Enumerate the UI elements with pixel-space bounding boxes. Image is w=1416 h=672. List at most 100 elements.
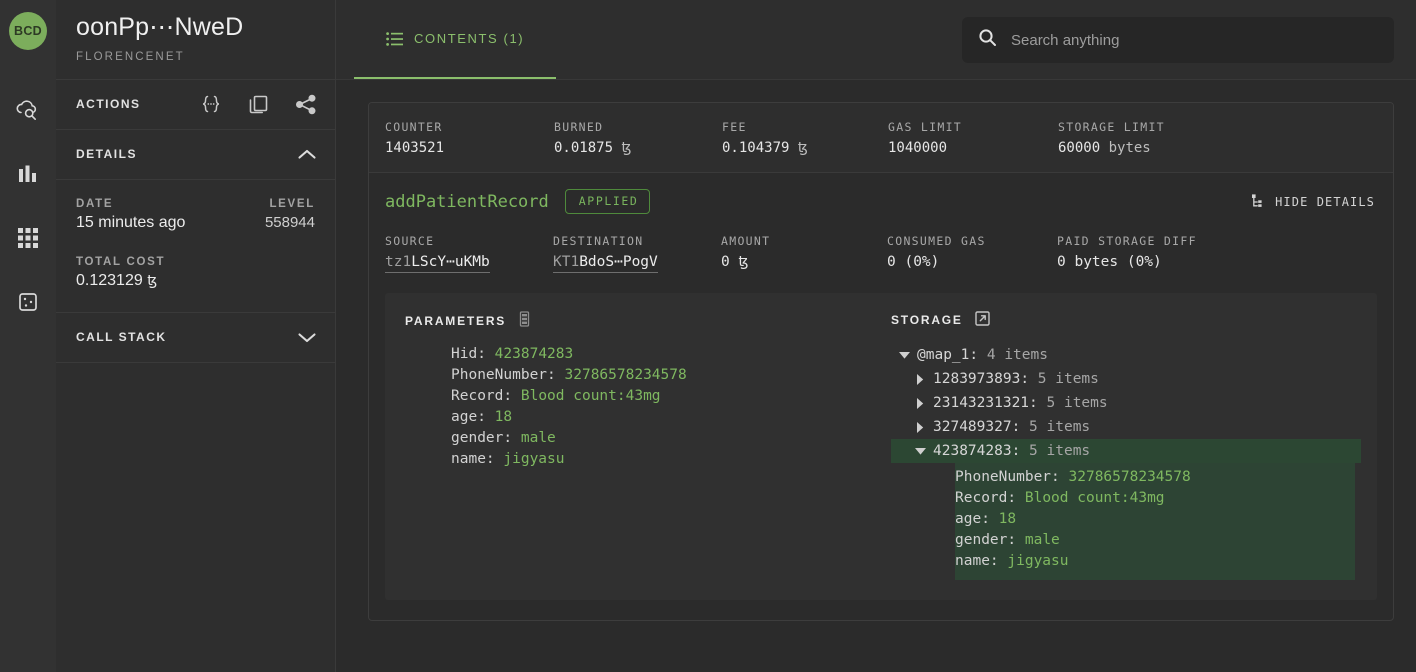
storage-entry-key: Record [955, 490, 1008, 506]
storage-child-label: 1283973893 [933, 371, 1021, 387]
meta-paid-storage-diff-value: 0 bytes (0%) [1057, 254, 1162, 270]
parameters-code: Hid: 423874283 PhoneNumber: 327865782345… [405, 344, 875, 470]
avatar: BCD [9, 12, 47, 50]
param-value: male [520, 430, 556, 446]
param-value: Blood count:43mg [520, 388, 661, 404]
meta-paid-storage-diff: PAID STORAGE DIFF 0 bytes (0%) [1057, 234, 1257, 273]
details-body: DATE 15 minutes ago LEVEL 558944 TOTAL C… [56, 178, 335, 312]
sidebar: oonPp⋯NweD FLORENCENET ACTIONS DETAILS D… [56, 0, 336, 672]
stat-burned-unit: ꜩ [621, 140, 632, 156]
source-address[interactable]: tz1LScY⋯uKMb [385, 254, 490, 273]
meta-destination-label: DESTINATION [553, 234, 644, 248]
stat-storage-limit-label: STORAGE LIMIT [1058, 120, 1165, 134]
meta-source-label: SOURCE [385, 234, 435, 248]
meta-destination: DESTINATION KT1BdoS⋯PogV [553, 234, 721, 273]
storage-entry-line: Record: Blood count:43mg [955, 490, 1165, 506]
param-value: 32786578234578 [564, 367, 687, 383]
stat-counter-label: COUNTER [385, 120, 443, 134]
storage-entry-line: PhoneNumber: 32786578234578 [955, 469, 1191, 485]
meta-amount-number: 0 [721, 254, 730, 270]
tab-contents[interactable]: CONTENTS (1) [354, 0, 557, 79]
parameters-title: PARAMETERS [405, 313, 507, 328]
bar-chart-icon[interactable] [0, 142, 56, 206]
param-line: PhoneNumber: 32786578234578 [451, 367, 687, 383]
stat-fee-unit: ꜩ [797, 140, 808, 156]
total-cost-block: TOTAL COST 0.123129 ꜩ [76, 256, 315, 290]
param-line: name: jigyasu [451, 451, 565, 467]
details-label: DETAILS [76, 147, 137, 161]
level-value: 558944 [264, 213, 315, 231]
icon-rail: BCD [0, 0, 56, 672]
status-badge: APPLIED [564, 189, 651, 214]
date-block: DATE 15 minutes ago [76, 198, 185, 232]
search-input[interactable] [1011, 31, 1378, 49]
stat-gas-limit-number: 1040000 [888, 140, 948, 156]
main-area: CONTENTS (1) Search anything COUNTER 140… [336, 0, 1416, 672]
storage-root-count: 4 items [986, 347, 1048, 363]
storage-child-node[interactable]: 1283973893: 5 items [891, 367, 1361, 391]
storage-entry-value: jigyasu [1007, 553, 1069, 569]
param-line: Record: Blood count:43mg [451, 388, 661, 404]
page-title: oonPp⋯NweD [76, 13, 244, 41]
caret-down-icon[interactable] [907, 447, 933, 455]
network-label: FLORENCENET [76, 50, 185, 63]
details-section-header[interactable]: DETAILS [56, 128, 335, 179]
param-key: name [451, 451, 486, 467]
param-value: 18 [494, 409, 513, 425]
operation-header: addPatientRecord APPLIED HIDE DETAILS SO… [369, 173, 1393, 285]
search-box[interactable] [962, 17, 1394, 63]
table-view-icon[interactable] [518, 311, 531, 330]
actions-row: ACTIONS [56, 78, 335, 129]
level-block: LEVEL 558944 [265, 198, 315, 231]
storage-child-count: 5 items [1037, 371, 1099, 387]
chevron-down-icon[interactable] [297, 331, 317, 344]
storage-root-label: @map_1 [917, 347, 970, 363]
cloud-search-icon[interactable] [0, 78, 56, 142]
storage-child-node-selected[interactable]: 423874283: 5 items [891, 439, 1361, 463]
storage-child-node[interactable]: 327489327: 5 items [891, 415, 1361, 439]
meta-amount-value: 0 ꜩ [721, 254, 887, 270]
param-line: Hid: 423874283 [451, 346, 574, 362]
storage-entry-line: age: 18 [955, 511, 1017, 527]
storage-entry-value: 32786578234578 [1068, 469, 1191, 485]
caret-right-icon[interactable] [907, 421, 933, 433]
storage-root-node[interactable]: @map_1: 4 items [891, 343, 1361, 367]
json-braces-icon[interactable] [200, 95, 222, 113]
storage-title: STORAGE [891, 313, 963, 327]
call-stack-section-header[interactable]: CALL STACK [56, 311, 335, 362]
param-line: gender: male [451, 430, 556, 446]
sidebar-header: oonPp⋯NweD FLORENCENET [56, 0, 335, 79]
entrypoint-name[interactable]: addPatientRecord [385, 192, 549, 212]
stat-burned: BURNED 0.01875 ꜩ [539, 120, 707, 156]
apps-grid-icon[interactable] [0, 206, 56, 270]
storage-child-count: 5 items [1029, 443, 1091, 459]
caret-right-icon[interactable] [907, 373, 933, 385]
operation-card: COUNTER 1403521 BURNED 0.01875 ꜩ FEE 0.1… [368, 102, 1394, 621]
source-address-prefix: tz1 [385, 254, 412, 270]
stat-burned-value: 0.01875 ꜩ [554, 140, 707, 156]
caret-right-icon[interactable] [907, 397, 933, 409]
date-value: 15 minutes ago [76, 213, 186, 231]
date-label: DATE [76, 197, 114, 210]
content-area: COUNTER 1403521 BURNED 0.01875 ꜩ FEE 0.1… [336, 80, 1416, 672]
operation-title-line: addPatientRecord APPLIED HIDE DETAILS [385, 189, 1375, 214]
external-link-icon[interactable] [975, 311, 990, 329]
dice-icon[interactable] [0, 270, 56, 334]
storage-child-node[interactable]: 23143231321: 5 items [891, 391, 1361, 415]
destination-address[interactable]: KT1BdoS⋯PogV [553, 254, 658, 273]
share-icon[interactable] [295, 94, 317, 115]
copy-icon[interactable] [248, 94, 269, 115]
stat-fee-number: 0.104379 [722, 140, 790, 156]
param-key: age [451, 409, 478, 425]
storage-entry-value: male [1024, 532, 1060, 548]
stat-storage-limit: STORAGE LIMIT 60000 bytes [1043, 120, 1243, 156]
caret-down-icon[interactable] [891, 351, 917, 359]
stat-gas-limit-label: GAS LIMIT [888, 120, 963, 134]
storage-entry-key: age [955, 511, 982, 527]
app-root: BCD oonPp⋯NweD FLORENCENET ACTIONS DETAI… [0, 0, 1416, 672]
storage-entry-line: gender: male [955, 532, 1060, 548]
chevron-up-icon[interactable] [297, 148, 317, 161]
hide-details-button[interactable]: HIDE DETAILS [1251, 193, 1375, 211]
param-key: gender [451, 430, 504, 446]
total-cost-value: 0.123129 ꜩ [76, 272, 315, 290]
